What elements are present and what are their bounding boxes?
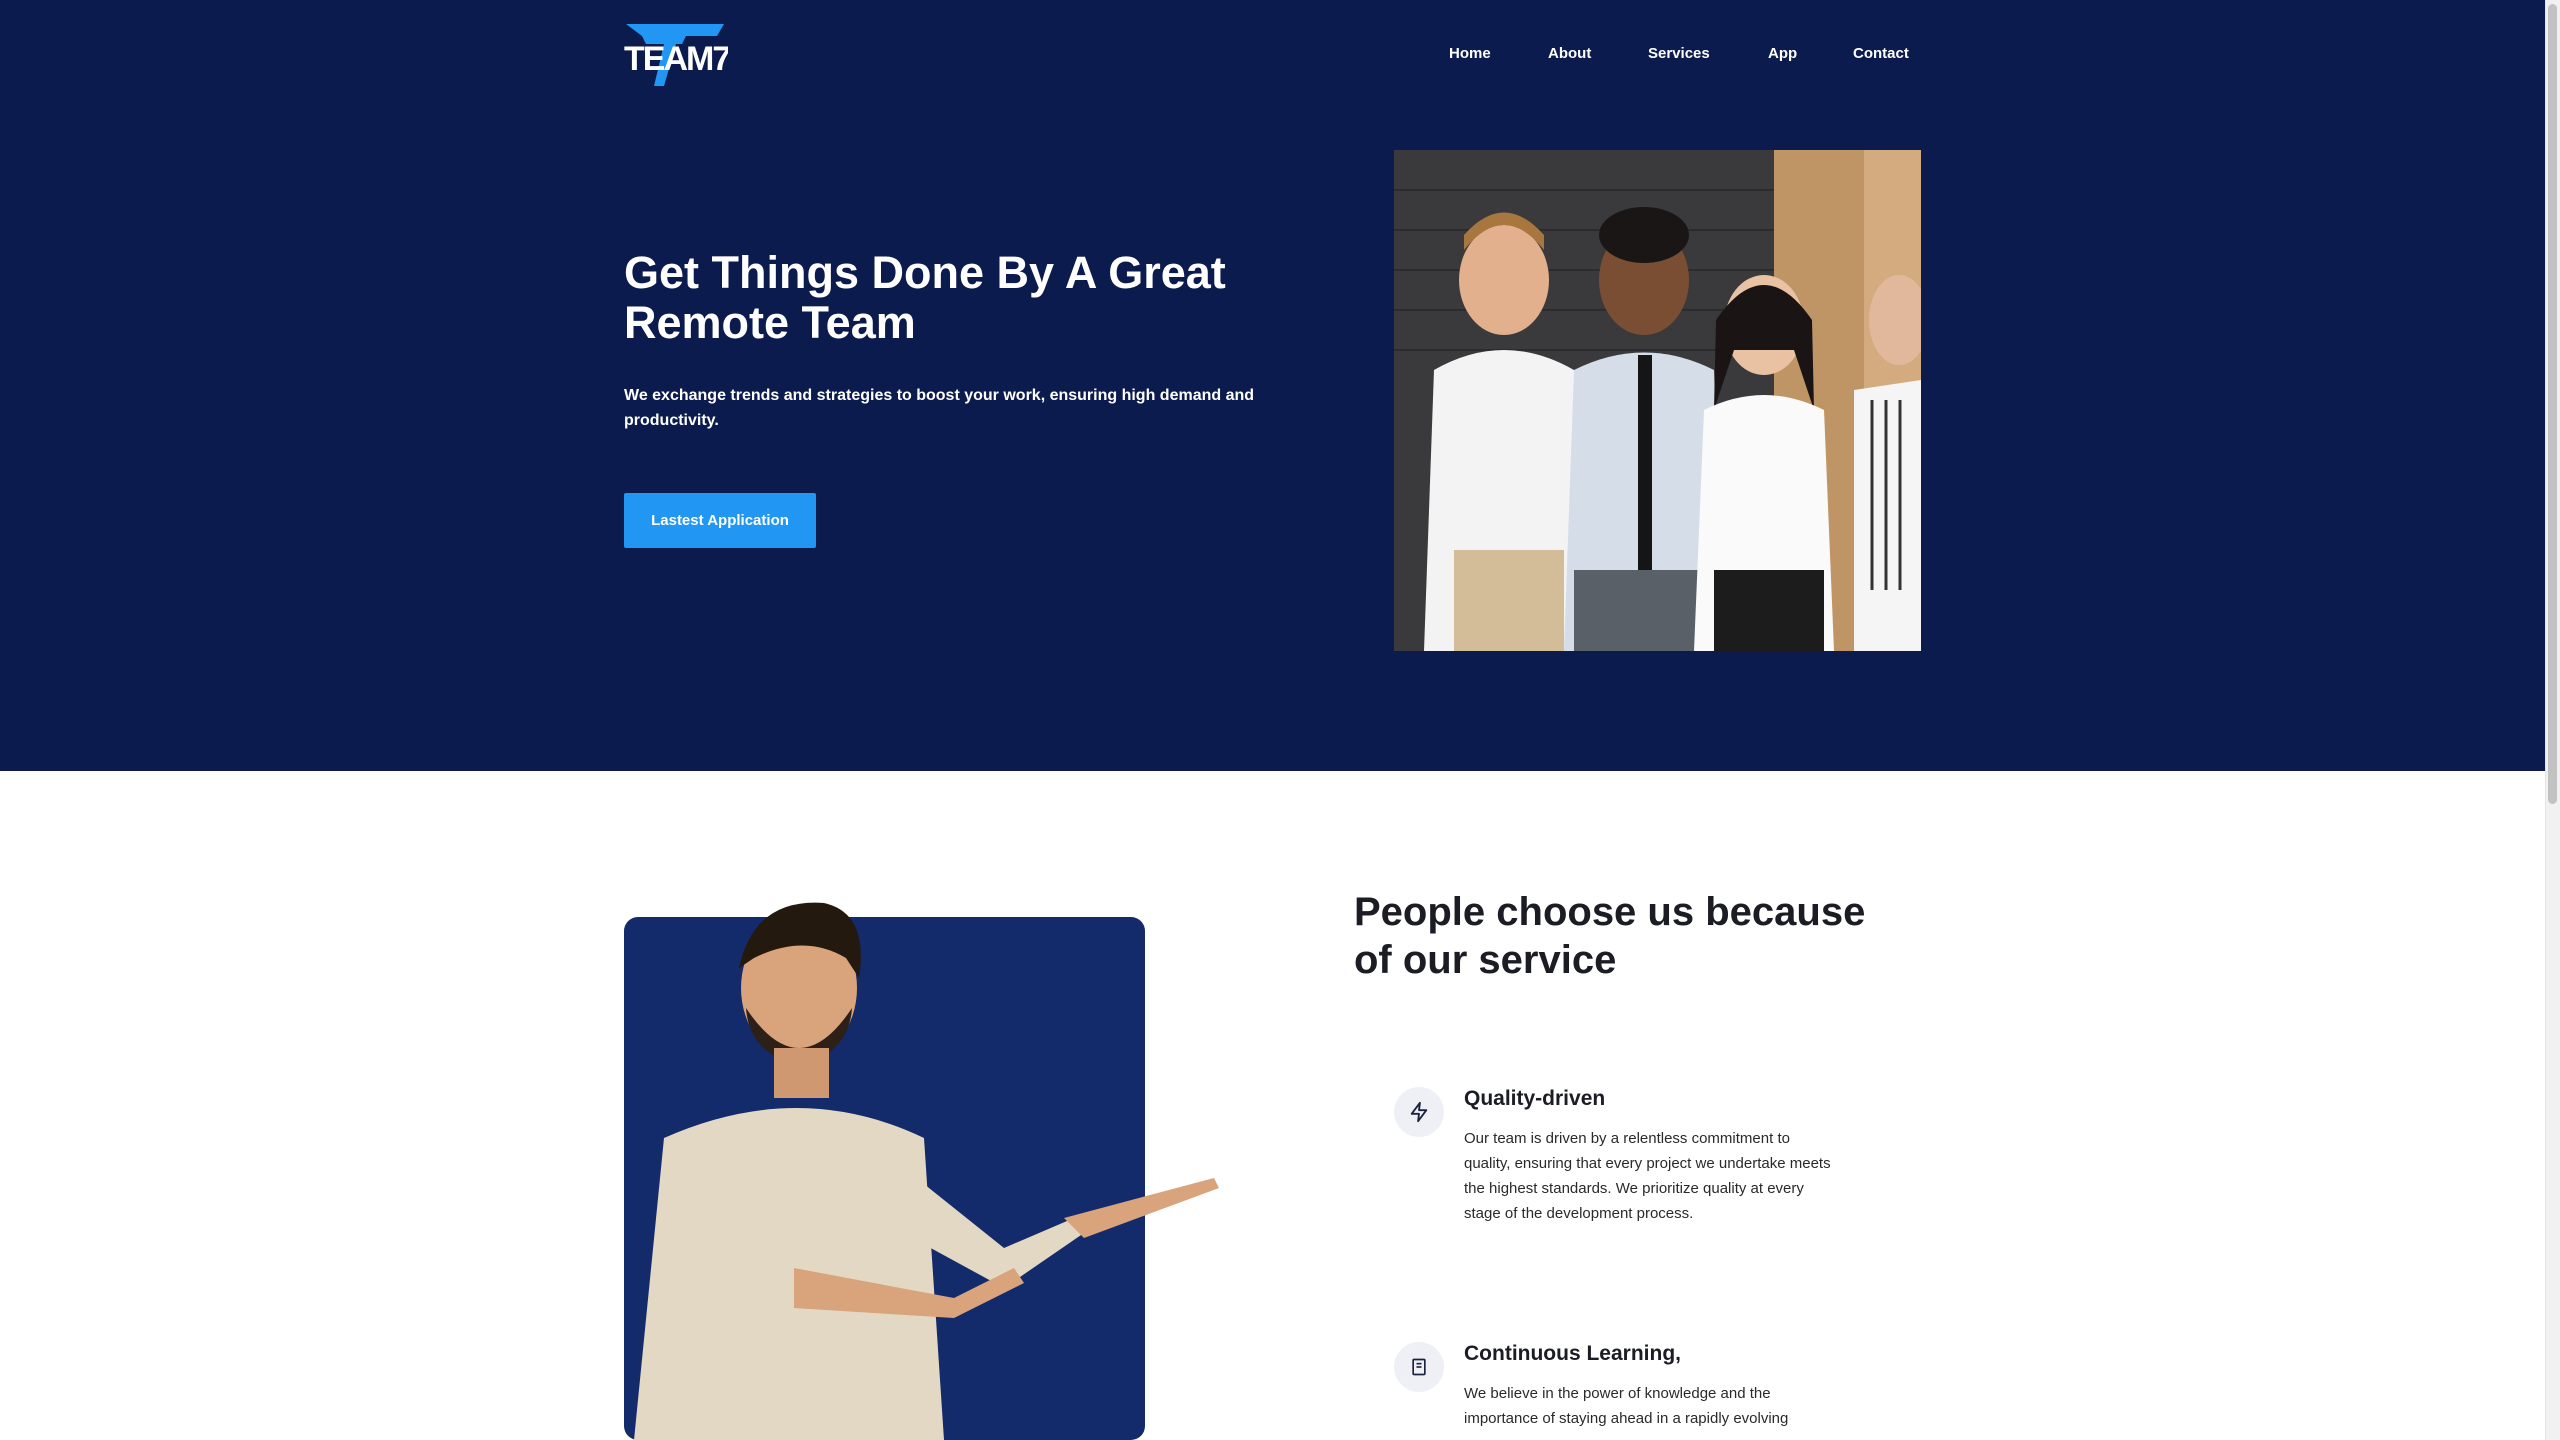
page: TEAM7 Home About Services App Contact Ge…	[0, 0, 2560, 1440]
nav-home[interactable]: Home	[1449, 44, 1491, 64]
team-celebrating-photo	[1394, 150, 1921, 651]
book-icon	[1394, 1342, 1444, 1392]
nav-about[interactable]: About	[1548, 44, 1591, 64]
section-title: People choose us because of our service	[1354, 890, 1866, 982]
hero-section: TEAM7 Home About Services App Contact Ge…	[0, 0, 2545, 771]
feature-title: Continuous Learning,	[1464, 1342, 1681, 1365]
hero-title: Get Things Done By A Great Remote Team	[624, 247, 1226, 348]
nav-contact[interactable]: Contact	[1853, 44, 1909, 64]
scrollbar-thumb[interactable]	[2548, 4, 2557, 804]
hero-subtitle: We exchange trends and strategies to boo…	[624, 387, 1255, 429]
feature-title: Quality-driven	[1464, 1087, 1606, 1110]
presenter-man-image	[624, 888, 1219, 1440]
lightning-icon	[1394, 1087, 1444, 1137]
feature-description: We believe in the power of knowledge and…	[1464, 1385, 1789, 1427]
nav-app[interactable]: App	[1768, 44, 1797, 64]
nav-services[interactable]: Services	[1648, 44, 1710, 64]
page-scrollbar[interactable]	[2545, 0, 2560, 1440]
latest-application-button[interactable]: Lastest Application	[624, 493, 816, 548]
team7-logo[interactable]: TEAM7	[624, 22, 728, 86]
feature-description: Our team is driven by a relentless commi…	[1464, 1130, 1831, 1222]
svg-text:TEAM7: TEAM7	[624, 40, 728, 78]
